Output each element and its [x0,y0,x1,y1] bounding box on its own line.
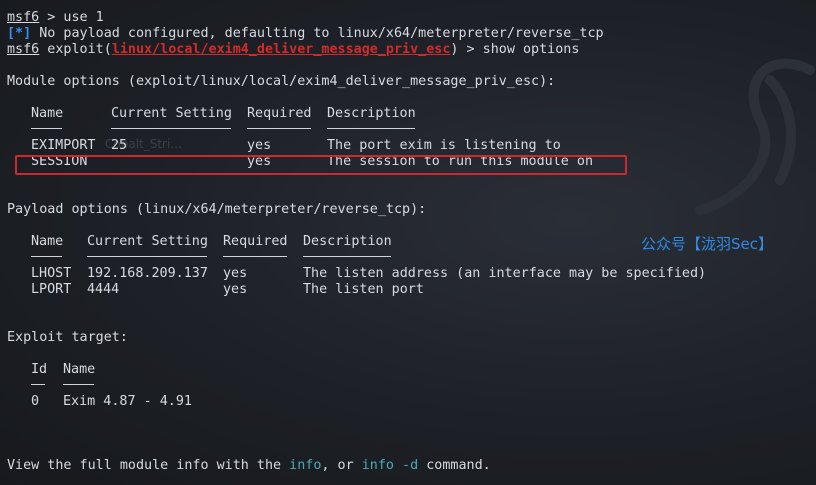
command-line-2: msf6 exploit(linux/local/exim4_deliver_m… [7,42,579,58]
command-show-options: ) > show options [450,42,580,57]
prompt: msf6 [7,42,40,57]
module-col-name: Name [31,106,64,121]
divider [63,384,94,385]
table-row-eximport-name: EXIMPORT [31,138,96,153]
target-col-name: Name [63,362,96,377]
terminal-window[interactable]: Cobalt_Stri... msf6 > use 1 [*] No paylo… [0,0,816,485]
divider [31,384,45,385]
divider [31,128,62,129]
payload-col-required: Required [223,234,288,249]
payload-col-description: Description [303,234,392,249]
table-row-lhost-name: LHOST [31,266,72,281]
divider [31,256,62,257]
footer-text-post: command. [418,458,491,473]
payload-col-name: Name [31,234,64,249]
divider [111,128,231,129]
footer-line: View the full module info with the info,… [7,458,491,474]
prompt: msf6 [7,10,40,25]
table-row-lhost-setting: 192.168.209.137 [87,266,208,281]
module-options-header: Module options (exploit/linux/local/exim… [7,74,556,89]
table-row-lhost-required: yes [223,266,248,281]
table-row-lport-required: yes [223,282,248,297]
divider [327,128,415,129]
module-col-required: Required [247,106,312,121]
module-path: linux/local/exim4_deliver_message_priv_e… [111,42,451,57]
table-row-lport-description: The listen port [303,282,424,297]
payload-col-setting: Current Setting [87,234,208,249]
table-row-lport-setting: 4444 [87,282,120,297]
command-line-1: msf6 > use 1 [7,10,104,26]
module-col-setting: Current Setting [111,106,232,121]
info-command-link[interactable]: info [289,458,321,473]
table-row-eximport-setting: 25 [111,138,128,153]
info-line: [*] No payload configured, defaulting to… [7,26,604,42]
table-row-eximport-description: The port exim is listening to [327,138,561,153]
footer-text-pre: View the full module info with the [7,458,290,473]
table-row-target-name: Exim 4.87 - 4.91 [63,394,192,409]
info-d-command-link[interactable]: info -d [362,458,418,473]
table-row-target-id: 0 [31,394,40,409]
divider [87,256,207,257]
payload-options-header: Payload options (linux/x64/meterpreter/r… [7,202,427,217]
footer-text-mid: , or [321,458,362,473]
table-row-lport-name: LPORT [31,282,72,297]
target-col-id: Id [31,362,48,377]
module-col-description: Description [327,106,416,121]
exploit-target-header: Exploit target: [7,330,128,345]
session-highlight-box [15,155,627,175]
command-use: > use 1 [39,10,104,25]
table-row-eximport-required: yes [247,138,272,153]
divider [223,256,287,257]
wechat-watermark: 公众号【泷羽Sec】 [641,235,773,253]
exploit-prefix: exploit( [39,42,112,57]
divider [303,256,391,257]
info-tag: [*] [7,26,32,41]
info-message: No payload configured, defaulting to lin… [31,26,604,41]
divider [247,128,311,129]
kali-dragon-watermark-icon [695,58,815,215]
table-row-lhost-description: The listen address (an interface may be … [303,266,707,281]
